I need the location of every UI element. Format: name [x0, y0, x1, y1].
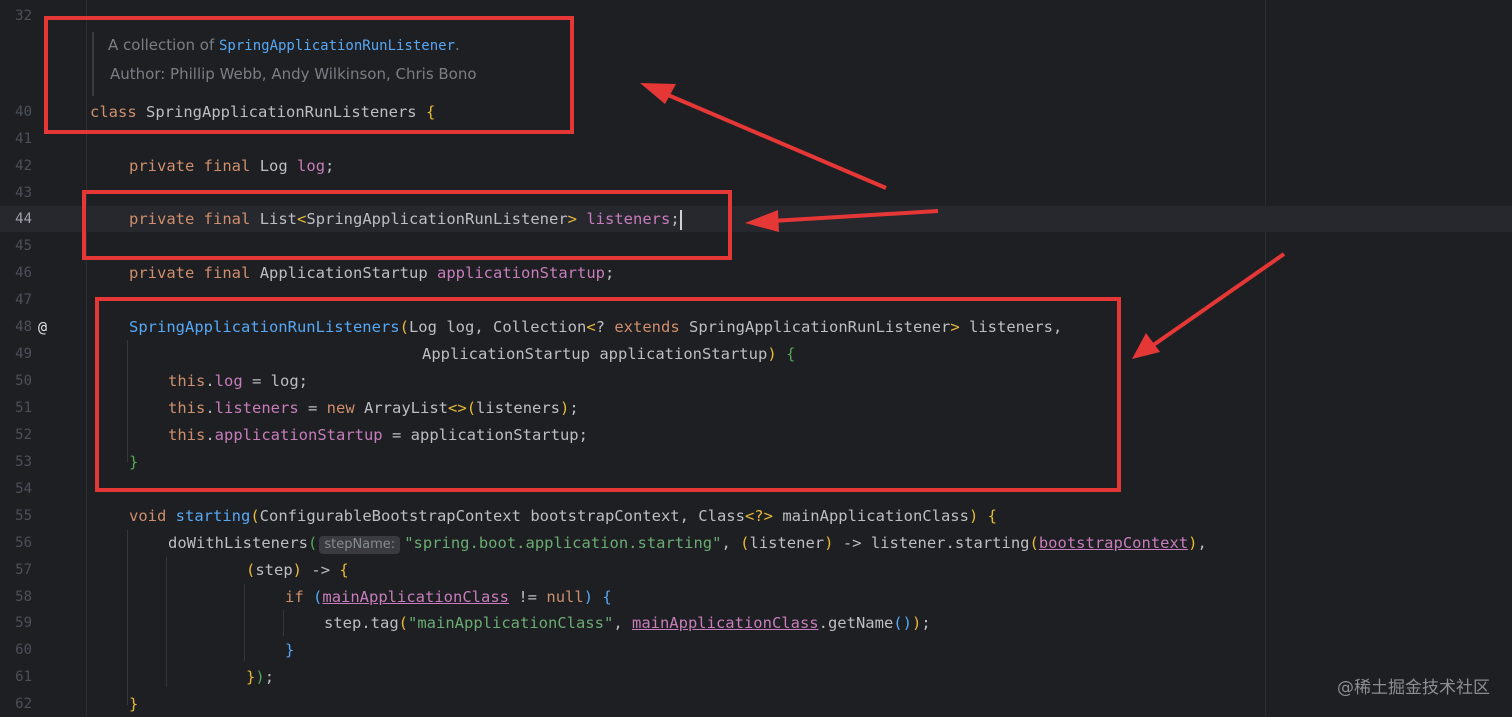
arrow-to-field-box	[771, 209, 939, 223]
arrow-to-class-box	[667, 93, 887, 190]
arrowhead	[745, 210, 779, 232]
watermark: @稀土掘金技术社区	[1337, 678, 1490, 698]
annotation-arrows	[640, 83, 1286, 359]
arrowhead	[640, 83, 676, 104]
arrow-to-constructor-box	[1150, 252, 1286, 348]
arrowhead	[1132, 333, 1160, 359]
